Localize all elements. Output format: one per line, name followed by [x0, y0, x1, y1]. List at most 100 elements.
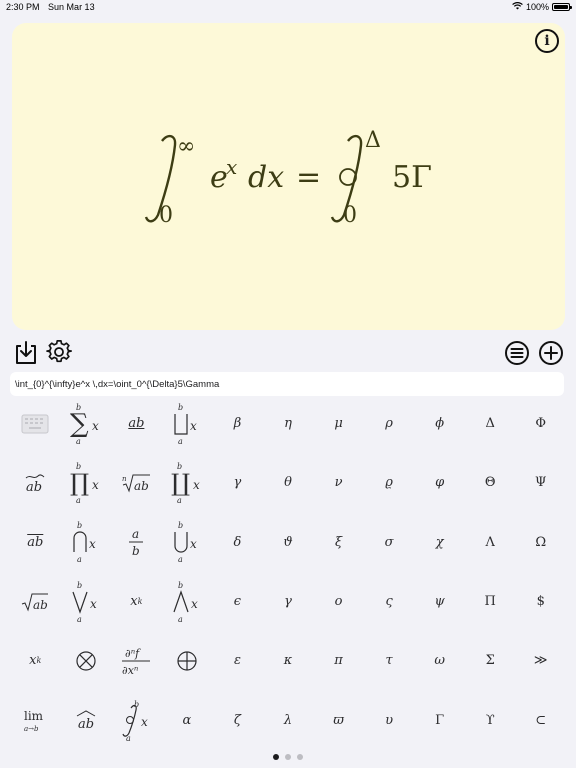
key-Theta[interactable]: Θ [465, 453, 516, 512]
product-body: x [92, 478, 99, 492]
integral-lower: 0 [159, 203, 173, 228]
key-epsilon[interactable]: ϵ [212, 572, 263, 631]
key-xi[interactable]: ξ [313, 513, 364, 572]
integrand-exponent: x [226, 155, 237, 179]
key-lambda[interactable]: λ [263, 691, 314, 750]
page-indicator[interactable] [0, 754, 576, 762]
key-theta[interactable]: θ [263, 453, 314, 512]
key-oplus[interactable] [162, 631, 213, 690]
key-Phi[interactable]: Φ [515, 394, 566, 453]
key-eta[interactable]: η [263, 394, 314, 453]
key-chi[interactable]: χ [414, 513, 465, 572]
status-date: Sun Mar 13 [48, 2, 95, 12]
differential: dx [248, 160, 284, 195]
key-fraction[interactable]: ab [111, 513, 162, 572]
key-psi[interactable]: ψ [414, 572, 465, 631]
key-product[interactable]: b ∏ a x [61, 453, 112, 512]
gear-icon[interactable] [46, 339, 72, 365]
sqrt-radicand: ab [33, 598, 48, 612]
key-zeta[interactable]: ζ [212, 691, 263, 750]
battery-percent: 100% [525, 2, 549, 12]
key-underline[interactable]: ab [111, 394, 162, 453]
key-delta[interactable]: δ [212, 513, 263, 572]
page-dot[interactable] [273, 754, 279, 760]
key-Sigma[interactable]: Σ [465, 631, 516, 690]
key-Omega[interactable]: Ω [515, 513, 566, 572]
superscript-exp: k [36, 656, 42, 666]
key-Psi[interactable]: Ψ [515, 453, 566, 512]
key-bigvee[interactable]: b ax [61, 572, 112, 631]
key-coproduct[interactable]: b ax [162, 394, 213, 453]
key-partial[interactable]: ∂ⁿf ∂xⁿ [111, 631, 162, 690]
key-alpha[interactable]: α [162, 691, 213, 750]
key-nth-root[interactable]: n ab [111, 453, 162, 512]
key-omicron[interactable]: o [313, 572, 364, 631]
list-icon[interactable] [504, 340, 530, 366]
key-coproduct-big[interactable]: b ∐ a x [162, 453, 213, 512]
rendered-formula: ∞ 0 e x dx = Δ 0 5Γ [144, 128, 432, 228]
key-limit[interactable]: lim a→b [10, 691, 61, 750]
key-varrho[interactable]: ϱ [364, 453, 415, 512]
key-Upsilon[interactable]: ϒ [465, 691, 516, 750]
key-beta[interactable]: β [212, 394, 263, 453]
key-bigwedge[interactable]: b ax [162, 572, 213, 631]
key-bigcap[interactable]: b ax [61, 513, 112, 572]
key-overline[interactable]: ab [10, 513, 61, 572]
key-upsilon[interactable]: υ [364, 691, 415, 750]
key-Gamma[interactable]: Γ [414, 691, 465, 750]
download-icon[interactable] [13, 340, 39, 366]
key-Delta[interactable]: Δ [465, 394, 516, 453]
key-phi[interactable]: ϕ [414, 394, 465, 453]
otimes-icon [76, 651, 96, 671]
partial-num: ∂ⁿf [125, 647, 141, 660]
key-subset[interactable]: ⊂ [515, 691, 566, 750]
battery-icon [552, 3, 572, 11]
key-kappa[interactable]: κ [263, 631, 314, 690]
key-varphi[interactable]: φ [414, 453, 465, 512]
key-gg[interactable]: ≫ [515, 631, 566, 690]
key-mu[interactable]: μ [313, 394, 364, 453]
key-hat[interactable]: ab [61, 691, 112, 750]
key-omega[interactable]: ω [414, 631, 465, 690]
key-nu[interactable]: ν [313, 453, 364, 512]
key-varsigma[interactable]: ς [364, 572, 415, 631]
key-sum[interactable]: b ∑ a x [61, 394, 112, 453]
coproduct-lower: a [178, 437, 183, 446]
key-otimes[interactable] [61, 631, 112, 690]
key-tau[interactable]: τ [364, 631, 415, 690]
key-oint[interactable]: bax [111, 691, 162, 750]
product-lower: a [76, 496, 81, 505]
key-tilde[interactable]: ab [10, 453, 61, 512]
key-pi[interactable]: π [313, 631, 364, 690]
key-superscript[interactable]: xk [10, 631, 61, 690]
key-dollar[interactable]: $ [515, 572, 566, 631]
page-dot[interactable] [285, 754, 291, 760]
key-varepsilon[interactable]: ε [212, 631, 263, 690]
latex-input[interactable] [10, 372, 564, 396]
sum-icon: b∑ax [70, 403, 99, 446]
bigvee-upper: b [77, 581, 82, 590]
key-sqrt[interactable]: ab [10, 572, 61, 631]
info-button[interactable]: i [535, 29, 559, 53]
page-dot[interactable] [297, 754, 303, 760]
integral-upper: ∞ [177, 134, 195, 159]
key-Lambda[interactable]: Λ [465, 513, 516, 572]
bigcap-body: x [89, 537, 96, 551]
key-sigma[interactable]: σ [364, 513, 415, 572]
bigwedge-lower: a [178, 615, 183, 624]
key-Pi[interactable]: Π [465, 572, 516, 631]
key-vartheta[interactable]: ϑ [263, 513, 314, 572]
key-rho[interactable]: ρ [364, 394, 415, 453]
key-gamma[interactable]: γ [212, 453, 263, 512]
bigcup-lower: a [178, 555, 183, 564]
key-varpi[interactable]: ϖ [313, 691, 364, 750]
underline-ab: ab [128, 416, 145, 432]
key-gamma-2[interactable]: γ [263, 572, 314, 631]
key-bigcup[interactable]: b ax [162, 513, 213, 572]
oint-icon: bax [122, 700, 148, 743]
key-keyboard[interactable] [10, 394, 61, 453]
add-icon[interactable] [538, 340, 564, 366]
key-subscript[interactable]: xk [111, 572, 162, 631]
product-icon: b∏ax [70, 462, 99, 505]
coprod-body: x [193, 478, 200, 492]
